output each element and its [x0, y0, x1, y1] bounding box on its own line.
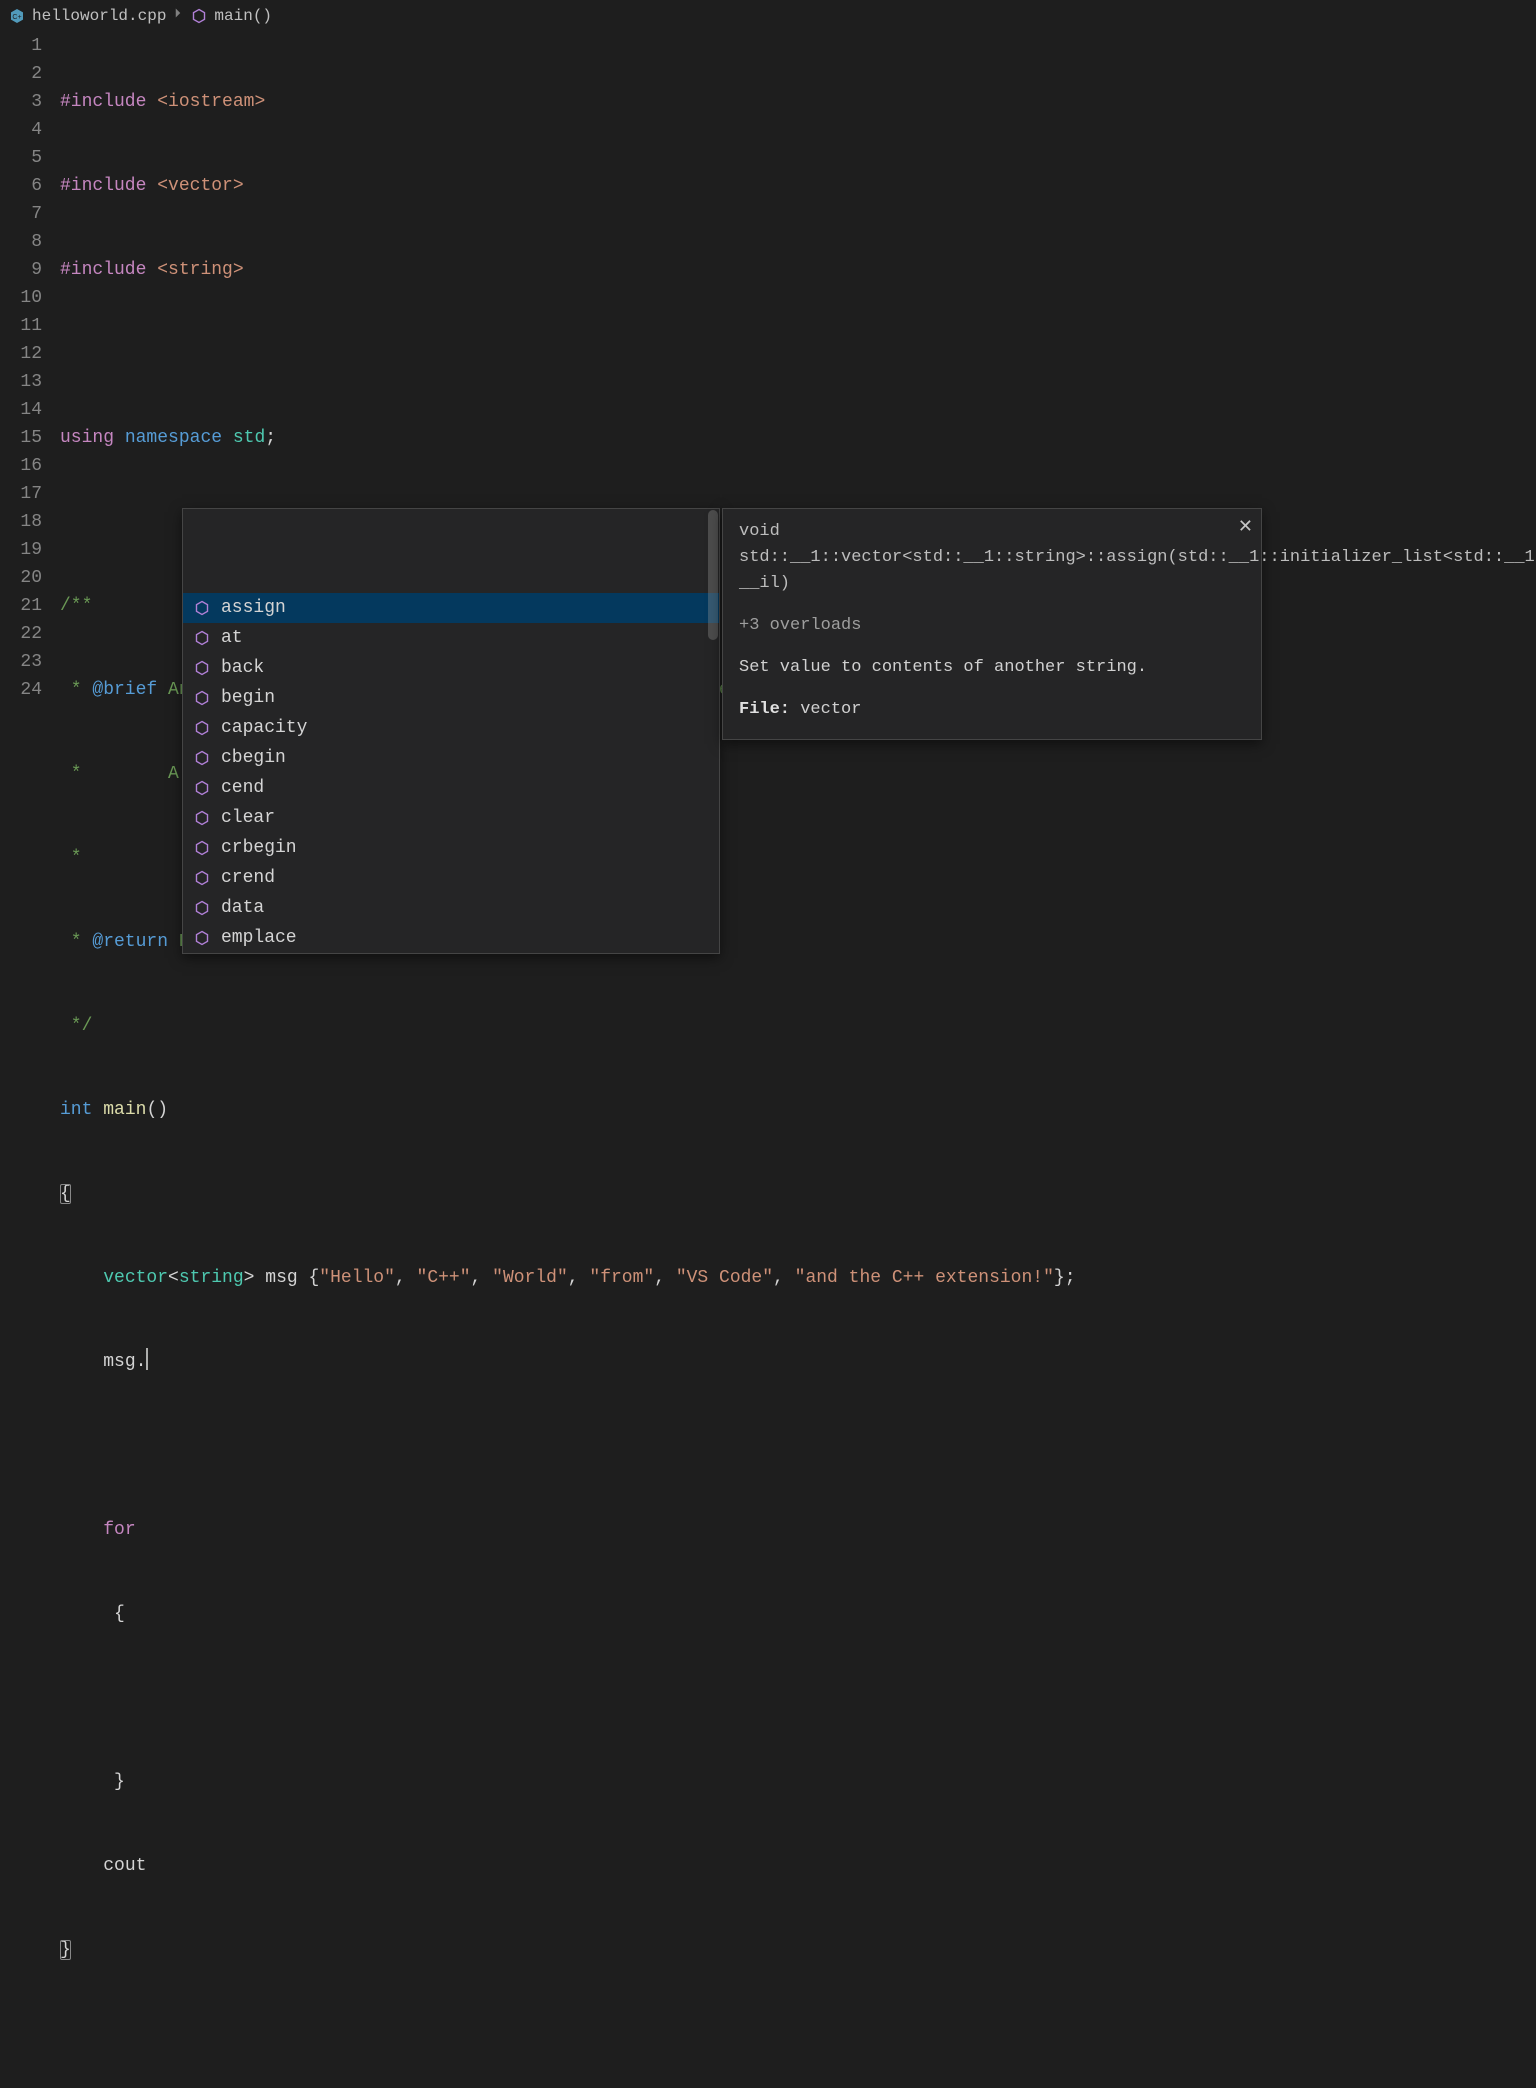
- method-icon: [193, 749, 211, 767]
- line-number: 2: [0, 60, 42, 88]
- suggest-item[interactable]: assign: [183, 593, 719, 623]
- doc-file: File: vector: [739, 697, 1225, 723]
- method-icon: [193, 809, 211, 827]
- suggest-item[interactable]: cend: [183, 773, 719, 803]
- line-number: 1: [0, 32, 42, 60]
- line-number: 18: [0, 508, 42, 536]
- code-area[interactable]: #include <iostream> #include <vector> #i…: [60, 32, 1536, 1044]
- line-number: 24: [0, 676, 42, 704]
- breadcrumb-file-label: helloworld.cpp: [32, 2, 166, 30]
- method-icon: [193, 899, 211, 917]
- line-number: 12: [0, 340, 42, 368]
- intellisense-suggest-list[interactable]: assignatbackbegincapacitycbegincendclear…: [182, 508, 720, 954]
- method-icon: [193, 929, 211, 947]
- doc-overloads: +3 overloads: [739, 613, 1225, 639]
- line-number: 20: [0, 564, 42, 592]
- scrollbar-thumb[interactable]: [708, 510, 718, 640]
- cpp-file-icon: C+: [8, 7, 26, 25]
- suggest-item-label: crbegin: [221, 834, 297, 862]
- line-number: 14: [0, 396, 42, 424]
- suggest-item-label: emplace: [221, 924, 297, 952]
- suggest-item-label: clear: [221, 804, 275, 832]
- suggest-item[interactable]: emplace: [183, 923, 719, 953]
- breadcrumb-symbol[interactable]: main(): [190, 2, 272, 30]
- method-icon: [193, 659, 211, 677]
- method-icon: [193, 689, 211, 707]
- method-icon: [193, 629, 211, 647]
- suggest-item[interactable]: crend: [183, 863, 719, 893]
- line-number-gutter: 123456789101112131415161718192021222324: [0, 32, 60, 1044]
- line-number: 11: [0, 312, 42, 340]
- line-number: 9: [0, 256, 42, 284]
- suggest-item-label: at: [221, 624, 243, 652]
- suggest-item[interactable]: clear: [183, 803, 719, 833]
- line-number: 3: [0, 88, 42, 116]
- code-editor[interactable]: 123456789101112131415161718192021222324 …: [0, 32, 1536, 1044]
- line-number: 10: [0, 284, 42, 312]
- suggest-item[interactable]: capacity: [183, 713, 719, 743]
- method-icon: [193, 839, 211, 857]
- suggest-item[interactable]: data: [183, 893, 719, 923]
- suggest-item-label: begin: [221, 684, 275, 712]
- suggest-item-label: back: [221, 654, 264, 682]
- suggest-item-label: data: [221, 894, 264, 922]
- line-number: 16: [0, 452, 42, 480]
- line-number: 23: [0, 648, 42, 676]
- line-number: 19: [0, 536, 42, 564]
- breadcrumb-symbol-label: main(): [214, 2, 272, 30]
- line-number: 17: [0, 480, 42, 508]
- suggest-item[interactable]: cbegin: [183, 743, 719, 773]
- chevron-right-icon: [172, 2, 184, 30]
- line-number: 7: [0, 200, 42, 228]
- doc-description: Set value to contents of another string.: [739, 655, 1225, 681]
- line-number: 4: [0, 116, 42, 144]
- text-cursor: [146, 1348, 148, 1370]
- suggest-item[interactable]: begin: [183, 683, 719, 713]
- suggest-item[interactable]: at: [183, 623, 719, 653]
- close-icon[interactable]: ✕: [1238, 515, 1253, 541]
- line-number: 5: [0, 144, 42, 172]
- method-icon: [193, 599, 211, 617]
- line-number: 15: [0, 424, 42, 452]
- suggest-item[interactable]: back: [183, 653, 719, 683]
- suggest-item[interactable]: crbegin: [183, 833, 719, 863]
- breadcrumb-file[interactable]: C+ helloworld.cpp: [8, 2, 166, 30]
- intellisense-doc-panel: ✕ void std::__1::vector<std::__1::string…: [722, 508, 1262, 740]
- method-icon: [193, 719, 211, 737]
- breadcrumb: C+ helloworld.cpp main(): [0, 0, 1536, 32]
- suggest-item-label: crend: [221, 864, 275, 892]
- method-icon: [193, 779, 211, 797]
- svg-text:C+: C+: [12, 14, 21, 21]
- line-number: 22: [0, 620, 42, 648]
- line-number: 21: [0, 592, 42, 620]
- method-icon: [190, 7, 208, 25]
- suggest-item-label: assign: [221, 594, 286, 622]
- suggest-item-label: cbegin: [221, 744, 286, 772]
- line-number: 6: [0, 172, 42, 200]
- method-icon: [193, 869, 211, 887]
- doc-signature: void std::__1::vector<std::__1::string>:…: [739, 519, 1225, 597]
- line-number: 8: [0, 228, 42, 256]
- suggest-item-label: cend: [221, 774, 264, 802]
- line-number: 13: [0, 368, 42, 396]
- suggest-item-label: capacity: [221, 714, 307, 742]
